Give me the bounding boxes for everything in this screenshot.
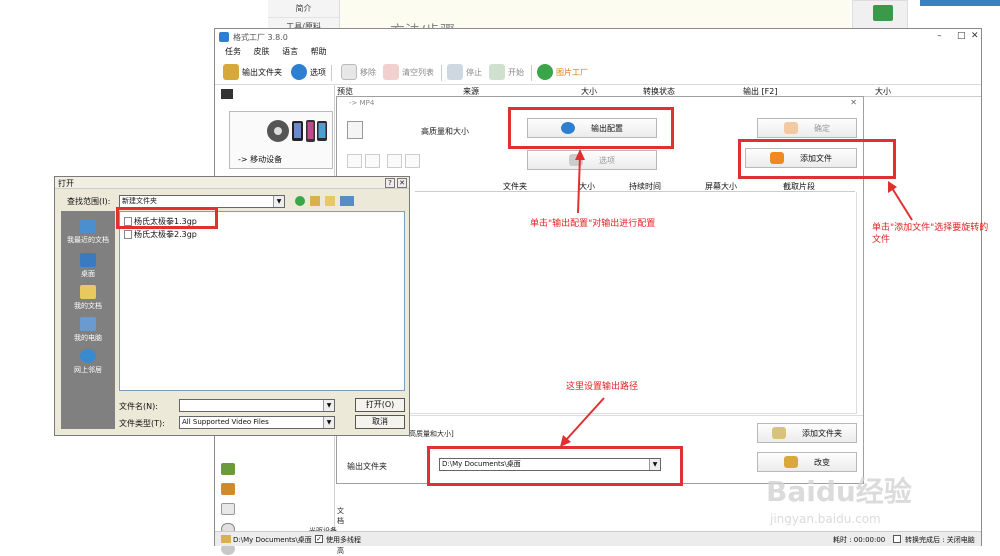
arrowhead	[575, 149, 585, 160]
annotation-output-path: 这里设置输出路径	[566, 382, 639, 392]
arrow-output-config	[577, 155, 581, 214]
arrowhead	[888, 181, 897, 193]
watermark-brand: Baidu经验	[766, 475, 912, 508]
watermark-url: jingyan.baidu.com	[770, 512, 881, 526]
arrow-add-file	[891, 187, 913, 221]
arrow-output-path	[565, 397, 605, 441]
annotation-add-file: 单击"添加文件"选择要旋转的文件	[872, 223, 989, 245]
annotation-output-config: 单击"输出配置"对输出进行配置	[530, 219, 656, 229]
